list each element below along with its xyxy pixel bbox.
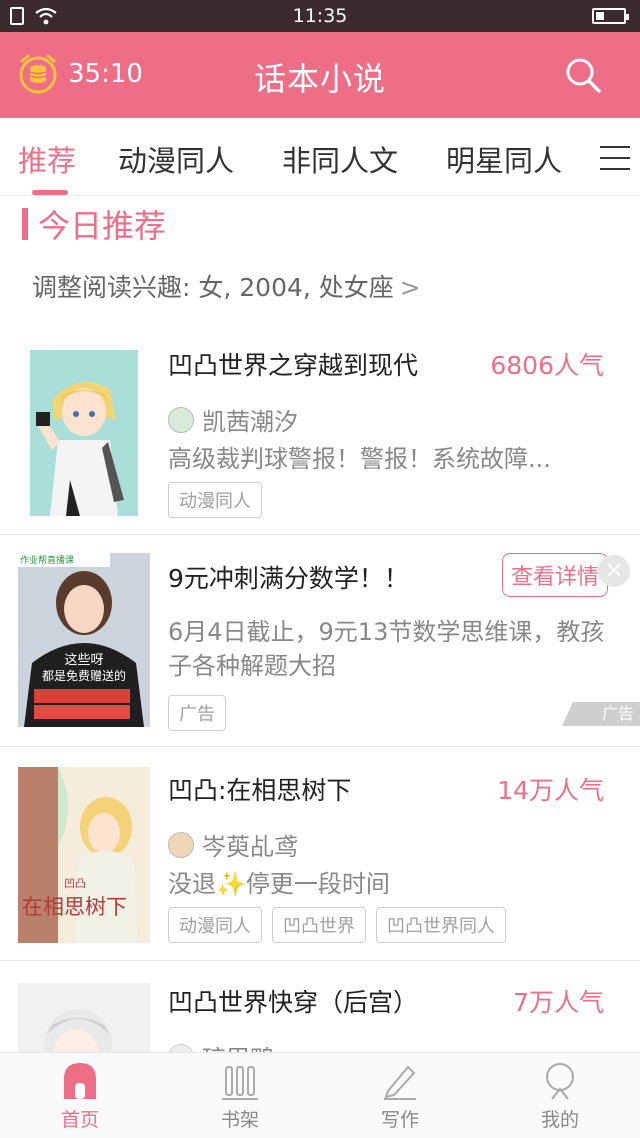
book-description: 高级裁判球警报！警报！系统故障... xyxy=(168,445,551,473)
status-bar: 11:35 xyxy=(0,0,640,32)
book-description: 没退✨停更一段时间 xyxy=(168,870,390,898)
tab-recommend[interactable]: 推荐 xyxy=(18,138,76,180)
author[interactable]: 凯茜潮汐 xyxy=(168,402,298,437)
nav-write[interactable]: 写作 xyxy=(340,1061,460,1132)
ad-cover: 作业帮直播课 这些呀 都是免费赠送的 xyxy=(18,553,150,727)
book-title: 凹凸:在相思树下 xyxy=(168,776,352,805)
ad-description: 6月4日截止，9元13节数学思维课，教孩子各种解题大招 xyxy=(168,618,605,680)
ad-tag: 广告 xyxy=(168,695,226,731)
tag[interactable]: 动漫同人 xyxy=(168,907,262,943)
book-cover: 凹凸 在相思树下 xyxy=(18,767,150,943)
book-cover xyxy=(18,983,150,1052)
tag[interactable]: 凹凸世界 xyxy=(272,907,366,943)
section-header: 今日推荐 xyxy=(22,204,167,245)
ad-cover-caption: 都是免费赠送的 xyxy=(41,669,126,683)
chevron-right-icon: > xyxy=(399,273,421,302)
battery-icon xyxy=(592,8,629,24)
book-card[interactable]: 凹凸世界之穿越到现代 6806人气 凯茜潮汐 高级裁判球警报！警报！系统故障..… xyxy=(0,330,640,535)
tab-celebrity-fanfic[interactable]: 明星同人 xyxy=(446,138,562,180)
ad-label: 广告 xyxy=(562,702,640,726)
ad-card[interactable]: 作业帮直播课 这些呀 都是免费赠送的 9元冲刺满分数学！！ 查看详情 × 6月4… xyxy=(0,535,640,747)
section-marker xyxy=(22,208,28,240)
clock-time: 11:35 xyxy=(292,5,348,27)
nav-home[interactable]: 首页 xyxy=(20,1061,140,1132)
author-name: 凯茜潮汐 xyxy=(202,408,298,436)
book-card[interactable]: 凹凸 在相思树下 凹凸:在相思树下 14万人气 岑萸乩鸢 没退✨停更一段时间 动… xyxy=(0,747,640,961)
app-title: 话本小说 xyxy=(253,60,386,98)
avatar xyxy=(168,406,194,433)
popularity-count: 7万人气 xyxy=(513,988,604,1017)
close-icon[interactable]: × xyxy=(598,555,630,587)
view-details-button[interactable]: 查看详情 xyxy=(501,553,608,597)
book-title: 凹凸世界之穿越到现代 xyxy=(168,351,419,380)
search-icon[interactable] xyxy=(564,56,602,94)
active-tab-indicator xyxy=(32,190,68,195)
nav-label: 写作 xyxy=(380,1109,419,1131)
ad-cover-caption: 这些呀 xyxy=(64,653,104,668)
author-name: 琼甩鸭 xyxy=(202,1039,274,1052)
ad-title: 9元冲刺满分数学！！ xyxy=(168,564,409,593)
pencil-icon xyxy=(384,1065,416,1100)
author-name: 岑萸乩鸢 xyxy=(202,833,298,861)
home-icon xyxy=(64,1063,96,1099)
bookshelf-icon xyxy=(222,1066,258,1100)
avatar xyxy=(168,1043,194,1052)
nav-label: 我的 xyxy=(540,1109,579,1131)
cover-title-art: 在相思树下 xyxy=(22,895,127,919)
tag-list: 广告 xyxy=(168,695,236,731)
book-cover xyxy=(30,350,138,516)
bottom-navigation: 首页 书架 写作 我的 xyxy=(0,1052,640,1138)
category-tabs: 推荐 动漫同人 非同人文 明星同人 xyxy=(0,118,640,196)
nav-profile[interactable]: 我的 xyxy=(500,1061,620,1132)
menu-icon[interactable] xyxy=(600,146,630,170)
tab-original[interactable]: 非同人文 xyxy=(282,138,398,180)
cover-sub-label: 凹凸 xyxy=(64,877,86,890)
tag-list: 动漫同人 凹凸世界 凹凸世界同人 xyxy=(168,907,516,943)
nav-label: 首页 xyxy=(60,1109,99,1131)
author[interactable]: 琼甩鸭 xyxy=(168,1039,274,1052)
avatar xyxy=(168,831,194,858)
book-card[interactable]: 凹凸世界快穿（后宫） 7万人气 琼甩鸭 xyxy=(0,961,640,1052)
reading-interest-link[interactable]: 调整阅读兴趣: 女, 2004, 处女座 > xyxy=(32,268,421,304)
app-header: 35:10 话本小说 xyxy=(0,32,640,118)
book-title: 凹凸世界快穿（后宫） xyxy=(168,988,419,1017)
tag-list: 动漫同人 xyxy=(168,482,272,518)
tab-anime-fanfic[interactable]: 动漫同人 xyxy=(118,138,234,180)
section-title: 今日推荐 xyxy=(38,207,167,245)
ad-cover-badge: 作业帮直播课 xyxy=(20,556,75,566)
tag[interactable]: 动漫同人 xyxy=(168,482,262,518)
nav-bookshelf[interactable]: 书架 xyxy=(180,1061,300,1132)
interest-text: 调整阅读兴趣: 女, 2004, 处女座 xyxy=(32,273,394,302)
popularity-count: 6806人气 xyxy=(490,351,604,380)
tag[interactable]: 凹凸世界同人 xyxy=(376,907,506,943)
profile-icon xyxy=(546,1063,574,1100)
author[interactable]: 岑萸乩鸢 xyxy=(168,827,298,862)
nav-label: 书架 xyxy=(220,1109,259,1131)
popularity-count: 14万人气 xyxy=(497,776,604,805)
